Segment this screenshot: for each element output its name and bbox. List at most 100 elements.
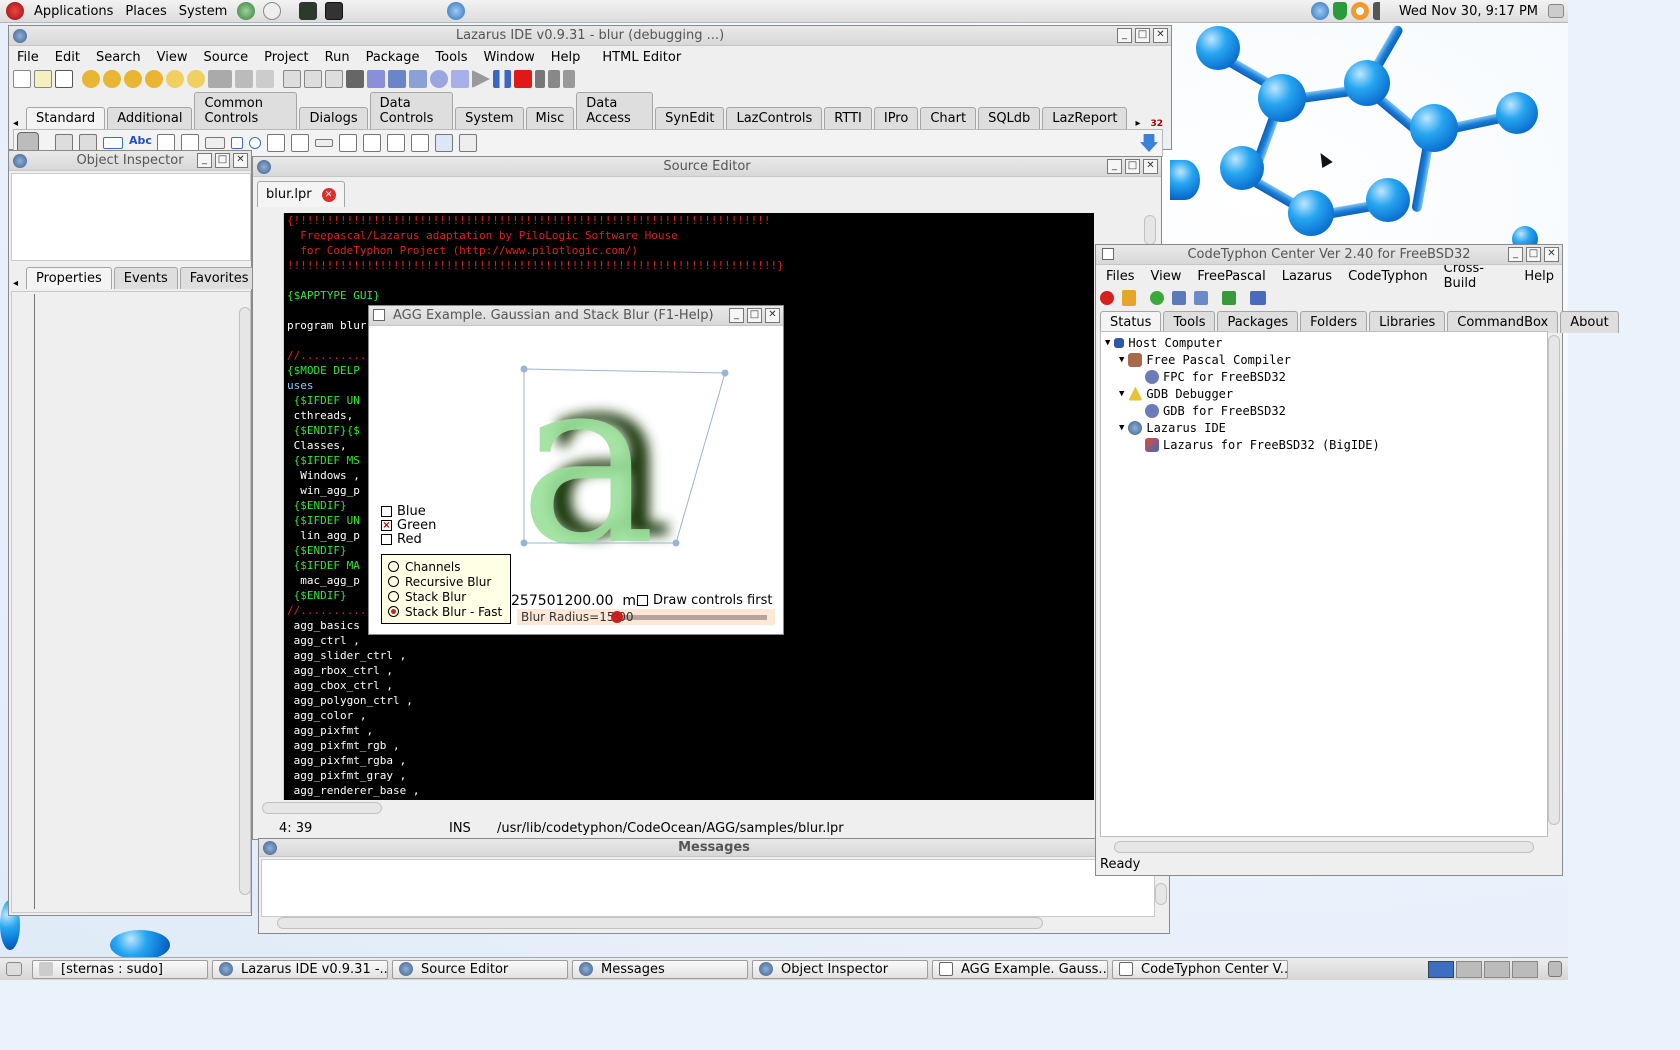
palette-tab-dialogs[interactable]: Dialogs	[299, 107, 368, 129]
stop-icon[interactable]	[1100, 291, 1114, 305]
chart-icon[interactable]	[1250, 291, 1266, 305]
maximize-button[interactable]: □	[747, 308, 762, 323]
close-tab-icon[interactable]: ✕	[321, 187, 336, 202]
radiobutton-component-icon[interactable]	[249, 137, 261, 149]
blur-radius-slider[interactable]: Blur Radius=15.00	[517, 609, 775, 625]
panel-menu-applications[interactable]: Applications	[28, 4, 119, 19]
tab-status[interactable]: Status	[1100, 311, 1162, 333]
inspector-tabs-left-icon[interactable]: ◂	[13, 278, 18, 289]
checkbox-green[interactable]: × Green	[381, 518, 436, 533]
new-dropdown-icon[interactable]	[208, 70, 232, 88]
codetyphon-launcher-icon[interactable]	[447, 2, 466, 20]
system-monitor-icon[interactable]	[299, 2, 318, 20]
object-inspector-titlebar[interactable]: Object Inspector _ □ ✕	[9, 151, 251, 171]
refresh-icon[interactable]	[1150, 291, 1164, 305]
tab-packages[interactable]: Packages	[1217, 311, 1299, 333]
togglebox-component-icon[interactable]	[205, 137, 225, 149]
menu-edit[interactable]: Edit	[47, 50, 88, 65]
tab-commandbox[interactable]: CommandBox	[1447, 311, 1559, 333]
clock[interactable]: Wed Nov 30, 9:17 PM	[1393, 4, 1544, 19]
menu-cross-build[interactable]: Cross-Build	[1436, 261, 1517, 291]
maximize-button[interactable]: □	[1125, 159, 1140, 174]
menu-view[interactable]: View	[1143, 269, 1190, 284]
terminal-icon[interactable]	[325, 2, 344, 20]
panel-menu-places[interactable]: Places	[119, 4, 172, 19]
menu-tools[interactable]: Tools	[427, 50, 475, 65]
new-unit-icon[interactable]	[55, 70, 73, 88]
show-desktop-icon[interactable]	[6, 962, 22, 976]
toggle-form-unit-icon[interactable]	[325, 70, 343, 88]
tree-row-gdb-for-freebsd32[interactable]: GDB for FreeBSD32	[1101, 402, 1547, 419]
update-icon[interactable]	[1350, 2, 1369, 20]
panel-menu-system[interactable]: System	[173, 4, 233, 19]
close-button[interactable]: ✕	[233, 153, 248, 168]
view-forms-icon[interactable]	[304, 70, 322, 88]
radiogroup-component-icon[interactable]	[363, 134, 381, 152]
run-icon[interactable]	[472, 70, 490, 88]
palette-tab-additional[interactable]: Additional	[107, 107, 193, 129]
codetyphon-tray-icon[interactable]	[1310, 2, 1329, 20]
minimize-button[interactable]: _	[729, 308, 744, 323]
palette-tab-common-controls[interactable]: Common Controls	[194, 92, 298, 129]
agg-titlebar[interactable]: AGG Example. Gaussian and Stack Blur (F1…	[369, 306, 783, 326]
stop-icon[interactable]	[514, 70, 532, 88]
menu-run[interactable]: Run	[317, 50, 358, 65]
minimize-button[interactable]: _	[1508, 247, 1523, 262]
open-project-icon[interactable]	[82, 70, 100, 88]
panel-component-icon[interactable]	[411, 134, 429, 152]
window-menu-icon[interactable]	[373, 309, 385, 321]
workspace-4[interactable]	[1512, 960, 1538, 978]
radio-stack-blur[interactable]: Stack Blur	[388, 589, 510, 604]
palette-tab-system[interactable]: System	[455, 107, 524, 129]
palette-down-arrow-icon[interactable]	[1140, 134, 1158, 152]
tree-vertical-scrollbar[interactable]	[1548, 335, 1560, 825]
combobox-component-icon[interactable]	[291, 134, 309, 152]
menu-project[interactable]: Project	[256, 50, 316, 65]
tree-row-free-pascal-compiler[interactable]: ▼ Free Pascal Compiler	[1101, 351, 1547, 368]
tree-row-host-computer[interactable]: ▼ Host Computer	[1101, 334, 1547, 351]
tab-favorites[interactable]: Favorites	[179, 267, 259, 289]
web-browser-icon[interactable]	[237, 2, 256, 20]
task-agg-example[interactable]: AGG Example. Gauss...	[932, 959, 1108, 979]
pause-icon[interactable]	[493, 70, 511, 88]
mail-icon[interactable]	[263, 2, 282, 20]
maximize-button[interactable]: □	[1526, 247, 1541, 262]
maximize-button[interactable]: □	[1135, 28, 1150, 43]
checkbox-blue[interactable]: Blue	[381, 504, 436, 519]
save-all-icon[interactable]	[145, 70, 163, 88]
tab-tools[interactable]: Tools	[1163, 311, 1216, 333]
component-tree[interactable]	[11, 173, 251, 261]
task-messages[interactable]: Messages	[572, 959, 748, 979]
radio-recursive-blur[interactable]: Recursive Blur	[388, 574, 510, 589]
menu-files[interactable]: Files	[1098, 269, 1143, 284]
messages-vertical-scrollbar[interactable]	[1155, 883, 1167, 905]
task-codetyphon-center[interactable]: CodeTyphon Center V...	[1112, 959, 1288, 979]
component-icon[interactable]	[367, 70, 385, 88]
actionlist-component-icon[interactable]	[459, 134, 477, 152]
palette-tab-ipro[interactable]: IPro	[873, 107, 919, 129]
close-button[interactable]: ✕	[1143, 159, 1158, 174]
volume-icon[interactable]	[1372, 2, 1391, 20]
palette-tab-chart[interactable]: Chart	[920, 107, 977, 129]
compile-icon[interactable]	[409, 70, 427, 88]
codetyphon-titlebar[interactable]: CodeTyphon Center Ver 2.40 for FreeBSD32…	[1096, 245, 1562, 265]
tab-libraries[interactable]: Libraries	[1369, 311, 1446, 333]
property-grid[interactable]	[11, 291, 251, 913]
palette-tab-sqldb[interactable]: SQLdb	[978, 107, 1041, 129]
trash-icon[interactable]	[1548, 961, 1562, 977]
task-object-inspector[interactable]: Object Inspector	[752, 959, 928, 979]
save-as-icon[interactable]	[256, 70, 274, 88]
tab-folders[interactable]: Folders	[1300, 311, 1368, 333]
project-options-icon[interactable]	[187, 70, 205, 88]
property-grid-scrollbar[interactable]	[239, 307, 251, 895]
build-icon[interactable]	[388, 70, 406, 88]
close-button[interactable]: ✕	[1544, 247, 1559, 262]
step-into-icon[interactable]	[535, 70, 545, 88]
workspace-switcher[interactable]	[1428, 960, 1538, 978]
view-units-icon[interactable]	[283, 70, 301, 88]
frame-component-icon[interactable]	[435, 134, 453, 152]
download-icon[interactable]	[1122, 290, 1136, 306]
palette-tab-standard[interactable]: Standard	[26, 107, 106, 129]
menu-help[interactable]: Help	[543, 50, 589, 65]
show-desktop-icon[interactable]	[1548, 4, 1564, 18]
